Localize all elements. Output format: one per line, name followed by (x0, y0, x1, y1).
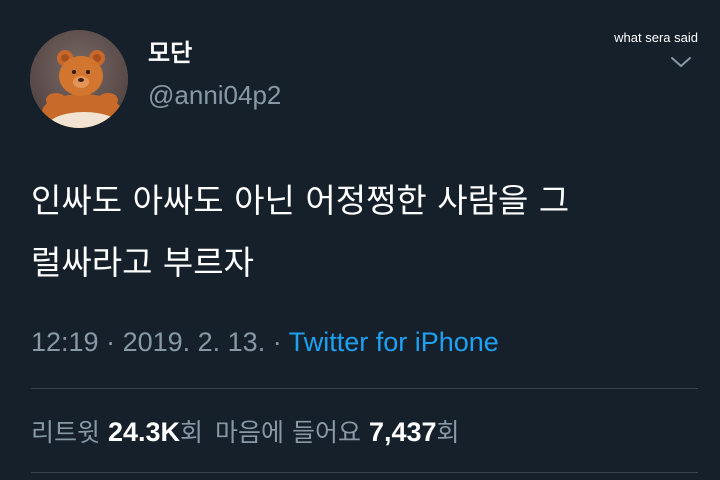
tweet-date[interactable]: 2019. 2. 13. (123, 327, 266, 357)
likes-label: 마음에 들어요 (215, 418, 361, 447)
chevron-down-icon[interactable] (670, 54, 692, 70)
retweets-label: 리트윗 (31, 418, 101, 447)
tweet-meta: 12:19 · 2019. 2. 13. · Twitter for iPhon… (31, 322, 499, 362)
user-names: 모단 @anni04p2 (148, 36, 281, 112)
meta-separator: · (98, 327, 123, 357)
tweet-stats: 리트윗 24.3K회 마음에 들어요 7,437회 (31, 412, 460, 453)
meta-separator: · (265, 327, 289, 357)
likes-stat[interactable]: 마음에 들어요 7,437회 (215, 417, 460, 447)
tweet-text: 인싸도 아싸도 아닌 어정쩡한 사람을 그 럴싸라고 부르자 (31, 170, 681, 294)
tweet-time[interactable]: 12:19 (31, 327, 99, 357)
tweet-text-line: 럴싸라고 부르자 (31, 243, 255, 282)
avatar[interactable] (30, 30, 128, 128)
retweets-stat[interactable]: 리트윗 24.3K회 (31, 417, 204, 447)
tweet-source-link[interactable]: Twitter for iPhone (289, 327, 499, 357)
display-name[interactable]: 모단 (148, 36, 281, 70)
retweets-unit: 회 (180, 418, 204, 447)
likes-unit: 회 (436, 418, 460, 447)
tweet-text-line: 인싸도 아싸도 아닌 어정쩡한 사람을 그 (31, 181, 570, 220)
likes-count: 7,437 (368, 417, 437, 447)
tweet-card: what sera said 모단 @anni04p2 인싸도 아싸도 아닌 어… (0, 0, 720, 480)
divider (31, 388, 698, 389)
divider (31, 472, 698, 473)
watermark-text: what sera said (614, 30, 698, 45)
user-handle[interactable]: @anni04p2 (148, 78, 281, 112)
retweets-count: 24.3K (107, 417, 181, 447)
